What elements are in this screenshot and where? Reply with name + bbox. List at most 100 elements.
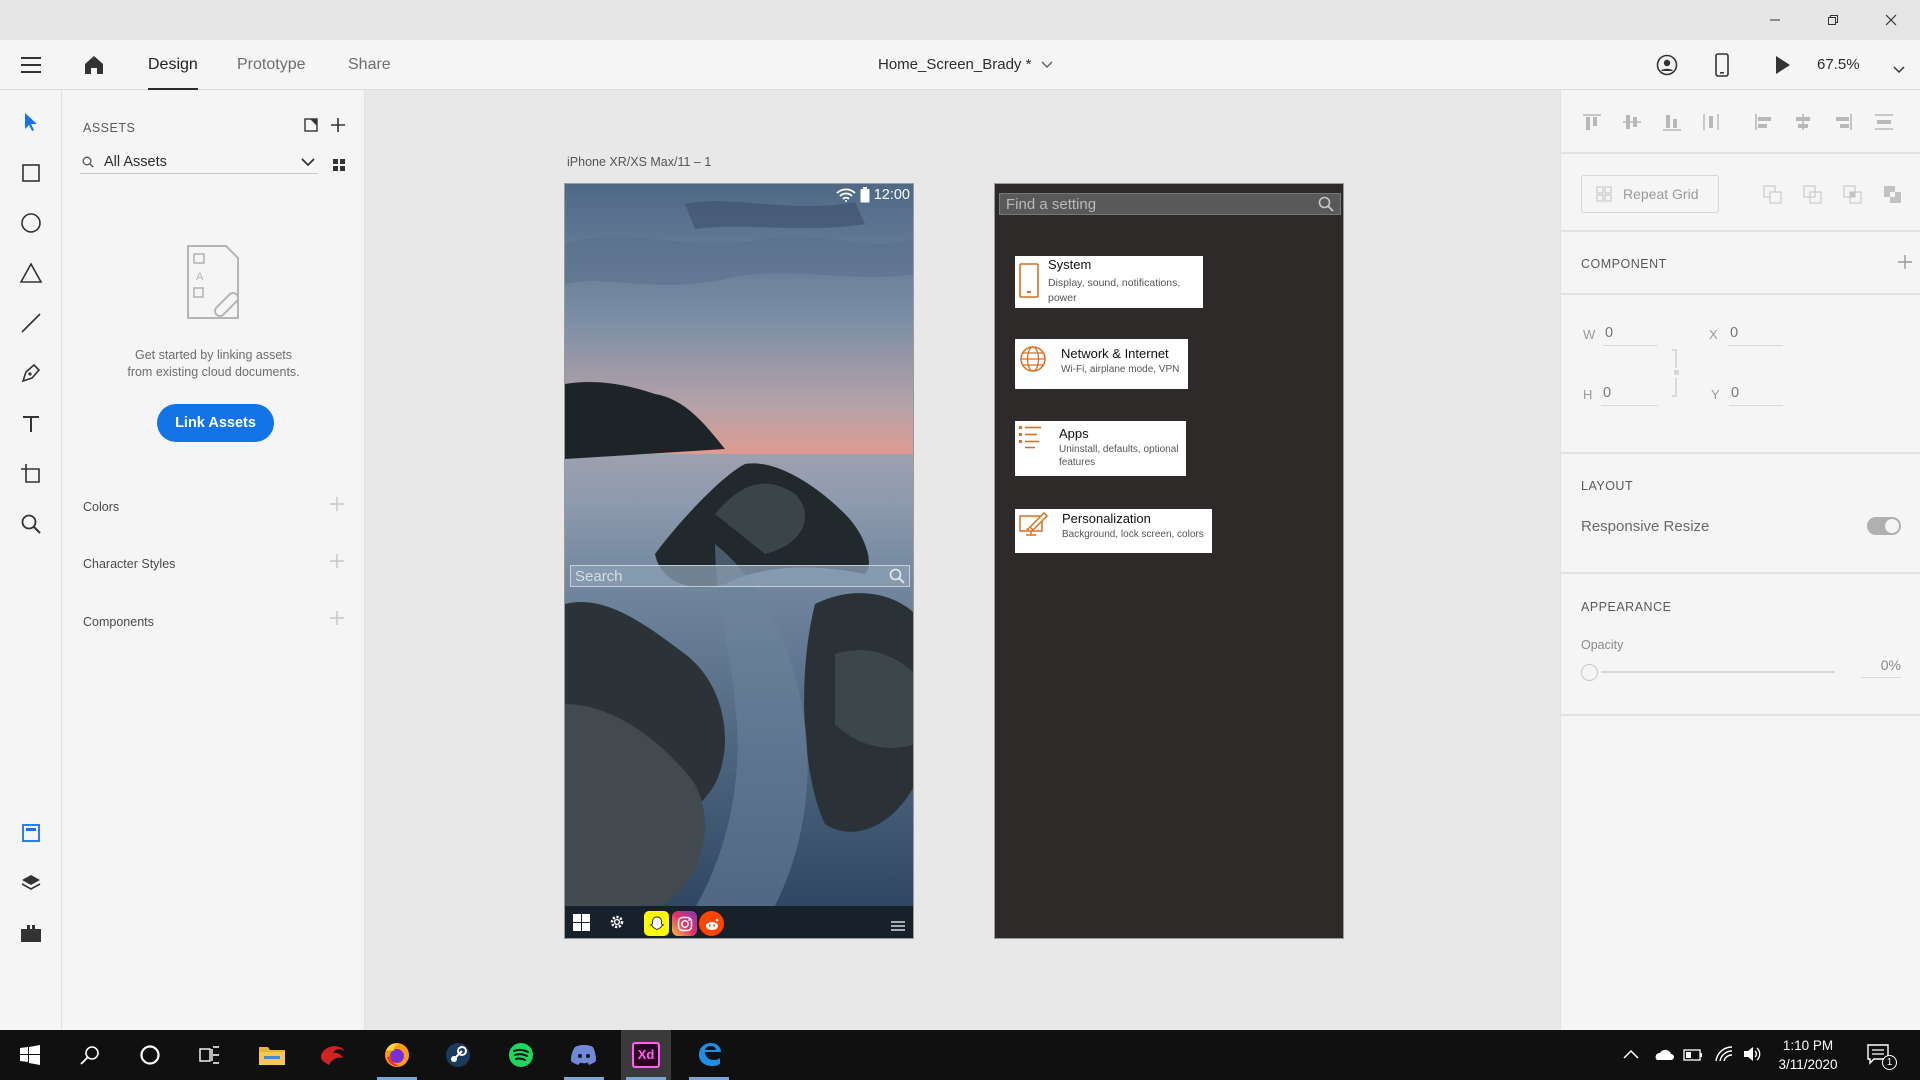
home-search-bar[interactable]: Search: [570, 565, 910, 587]
opacity-input[interactable]: 0%: [1861, 652, 1901, 678]
task-view-button[interactable]: [185, 1030, 235, 1080]
hamburger-menu-icon[interactable]: [20, 55, 44, 75]
ellipse-tool[interactable]: [15, 207, 47, 239]
rectangle-tool[interactable]: [15, 157, 47, 189]
exclude-boolean-icon[interactable]: [1883, 185, 1903, 205]
onedrive-icon[interactable]: [1652, 1047, 1674, 1066]
text-tool[interactable]: [15, 408, 47, 440]
add-color-icon[interactable]: [330, 497, 344, 516]
battery-tray-icon[interactable]: [1683, 1048, 1703, 1066]
spotify-app[interactable]: [496, 1030, 546, 1080]
align-top-icon[interactable]: [1581, 112, 1621, 132]
action-center-button[interactable]: 1: [1866, 1043, 1897, 1071]
chevron-down-icon: [1041, 61, 1053, 69]
add-component-icon[interactable]: [330, 611, 344, 630]
settings-gear-icon[interactable]: [609, 914, 625, 935]
tab-prototype[interactable]: Prototype: [237, 40, 305, 90]
volume-tray-icon[interactable]: [1742, 1045, 1762, 1068]
tab-design[interactable]: Design: [148, 40, 198, 90]
assets-panel-button[interactable]: [15, 817, 47, 849]
document-title[interactable]: Home_Screen_Brady *: [878, 40, 1053, 90]
opacity-slider[interactable]: [1581, 662, 1851, 682]
network-tray-icon[interactable]: [1714, 1045, 1734, 1068]
line-tool[interactable]: [15, 307, 47, 339]
setting-subtitle-personalization: Background, lock screen, colors: [1062, 529, 1204, 540]
windows-taskbar: Xd 1:10 PM 3/11/2020 1: [0, 1030, 1920, 1080]
edge-app[interactable]: [684, 1030, 734, 1080]
file-explorer-app[interactable]: [247, 1030, 297, 1080]
taskbar-clock[interactable]: 1:10 PM 3/11/2020: [1772, 1036, 1844, 1074]
artboard-tool[interactable]: [15, 458, 47, 490]
steam-app[interactable]: [433, 1030, 483, 1080]
discord-app[interactable]: [559, 1030, 609, 1080]
setting-card-personalization[interactable]: Personalization Background, lock screen,…: [1015, 509, 1212, 553]
setting-card-apps[interactable]: Apps Uninstall, defaults, optional featu…: [1015, 421, 1186, 476]
add-component-icon[interactable]: [1898, 255, 1912, 274]
design-canvas[interactable]: iPhone XR/XS Max/11 – 1 12:00 Search Fin…: [365, 90, 1560, 1030]
responsive-resize-toggle[interactable]: [1867, 517, 1901, 535]
cortana-button[interactable]: [125, 1030, 175, 1080]
add-boolean-icon[interactable]: [1763, 185, 1783, 205]
pen-tool[interactable]: [15, 357, 47, 389]
snapchat-app-icon[interactable]: [644, 911, 669, 936]
artboard-label[interactable]: iPhone XR/XS Max/11 – 1: [567, 155, 711, 169]
tab-share[interactable]: Share: [348, 40, 391, 90]
select-tool[interactable]: [15, 106, 47, 138]
restore-button[interactable]: [1804, 0, 1862, 40]
plugins-panel-button[interactable]: [15, 917, 47, 949]
width-input[interactable]: 0: [1603, 320, 1658, 346]
dock-menu-icon[interactable]: [891, 918, 905, 936]
settings-search-bar[interactable]: Find a setting: [999, 193, 1341, 215]
minimize-button[interactable]: [1746, 0, 1804, 40]
zoom-tool[interactable]: [15, 508, 47, 540]
y-input[interactable]: 0: [1729, 380, 1783, 406]
add-asset-icon[interactable]: [330, 117, 346, 138]
razer-app[interactable]: [308, 1030, 358, 1080]
intersect-boolean-icon[interactable]: [1843, 185, 1863, 205]
x-input[interactable]: 0: [1728, 320, 1783, 346]
align-right-icon[interactable]: [1833, 112, 1873, 132]
height-input[interactable]: 0: [1601, 380, 1658, 406]
close-button[interactable]: [1862, 0, 1920, 40]
home-icon[interactable]: [82, 53, 106, 77]
firefox-app[interactable]: [372, 1030, 422, 1080]
setting-card-network[interactable]: Network & Internet Wi-Fi, airplane mode,…: [1015, 339, 1188, 389]
distribute-horizontal-icon[interactable]: [1873, 112, 1903, 132]
subtract-boolean-icon[interactable]: [1803, 185, 1823, 205]
open-library-icon[interactable]: [304, 118, 318, 137]
link-assets-button[interactable]: Link Assets: [157, 404, 274, 442]
zoom-level[interactable]: 67.5%: [1817, 40, 1860, 90]
align-middle-icon[interactable]: [1621, 112, 1661, 132]
ellipse-icon: [21, 213, 41, 233]
device-preview-icon[interactable]: [1715, 53, 1729, 82]
distribute-vertical-icon[interactable]: [1701, 112, 1753, 132]
zoom-chevron-icon[interactable]: [1893, 61, 1905, 79]
repeat-grid-button[interactable]: Repeat Grid: [1581, 175, 1719, 213]
artboard-settings[interactable]: Find a setting System Display, sound, no…: [994, 183, 1344, 939]
show-hidden-icons-chevron[interactable]: [1623, 1047, 1639, 1065]
setting-card-system[interactable]: System Display, sound, notifications, po…: [1015, 256, 1203, 308]
lock-aspect-icon[interactable]: [1671, 348, 1679, 398]
artboard-home-screen[interactable]: 12:00 Search: [564, 183, 914, 939]
empty-message-line-1: Get started by linking assets: [134, 348, 293, 362]
assets-filter-select[interactable]: All Assets: [80, 150, 317, 174]
height-label: H: [1583, 387, 1593, 402]
grid-view-icon[interactable]: [333, 158, 345, 176]
adobe-xd-app[interactable]: Xd: [621, 1030, 671, 1080]
windows-start-icon[interactable]: [573, 914, 590, 936]
reddit-app-icon[interactable]: [699, 911, 724, 936]
colors-section[interactable]: Colors: [83, 500, 119, 514]
share-user-icon[interactable]: [1656, 54, 1678, 81]
align-bottom-icon[interactable]: [1661, 112, 1701, 132]
layers-panel-button[interactable]: [15, 867, 47, 899]
play-preview-icon[interactable]: [1775, 55, 1791, 80]
start-button[interactable]: [5, 1030, 55, 1080]
components-section[interactable]: Components: [83, 615, 154, 629]
add-character-style-icon[interactable]: [330, 554, 344, 573]
character-styles-section[interactable]: Character Styles: [83, 557, 175, 571]
align-center-icon[interactable]: [1793, 112, 1833, 132]
polygon-tool[interactable]: [15, 257, 47, 289]
align-left-icon[interactable]: [1753, 112, 1793, 132]
instagram-app-icon[interactable]: [672, 911, 697, 936]
taskbar-search-button[interactable]: [65, 1030, 115, 1080]
